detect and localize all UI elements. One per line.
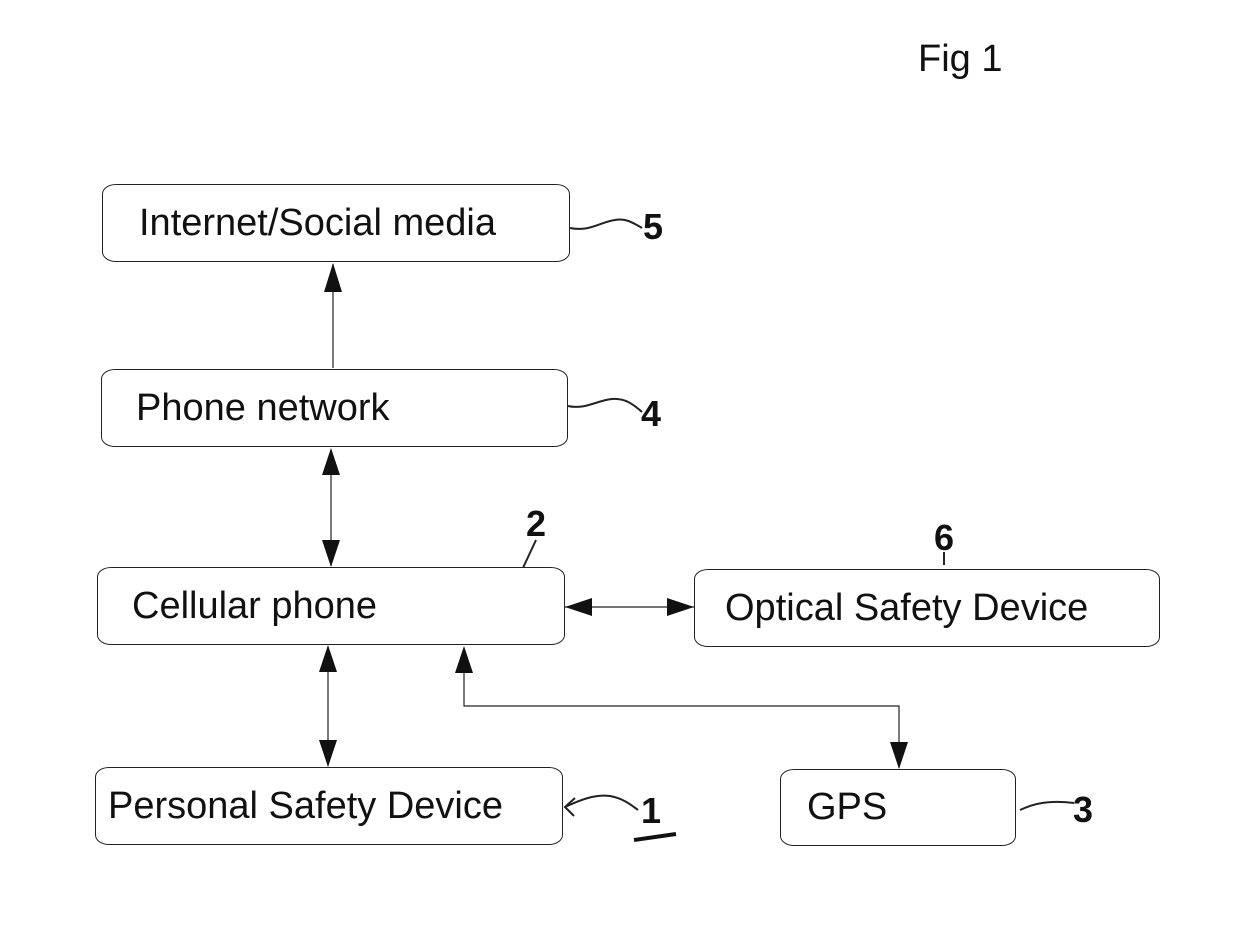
arrowhead-cellular-right — [565, 598, 592, 616]
node-cellular-phone: Cellular phone — [97, 567, 565, 645]
node-label: Cellular phone — [132, 584, 378, 627]
node-label: Phone network — [136, 386, 390, 429]
node-gps: GPS — [780, 769, 1016, 846]
ref-1-underline — [633, 832, 677, 842]
node-label: Optical Safety Device — [725, 586, 1089, 629]
edge-cellular-gps — [463, 648, 900, 768]
node-label: Personal Safety Device — [108, 784, 503, 827]
arrowhead-gps — [890, 742, 908, 769]
arrowhead-cellular-gps — [455, 646, 473, 673]
arrowhead-personal — [319, 740, 337, 767]
ref-number-5: 5 — [643, 206, 664, 247]
ref-number-4: 4 — [641, 393, 662, 434]
ref-number-1: 1 — [641, 790, 662, 831]
leader-1 — [564, 794, 639, 811]
node-optical-safety-device: Optical Safety Device — [694, 569, 1160, 647]
arrowhead-internet — [324, 263, 342, 292]
leader-4 — [567, 397, 643, 413]
node-personal-safety-device: Personal Safety Device — [95, 767, 563, 845]
ref-number-6: 6 — [934, 517, 955, 558]
arrowhead-cellular-top — [322, 540, 340, 567]
arrowhead-network — [322, 448, 340, 475]
ref-number-3: 3 — [1073, 789, 1094, 830]
leader-5 — [569, 218, 643, 230]
node-label: GPS — [807, 786, 888, 828]
arrowhead-optical — [667, 598, 694, 616]
node-phone-network: Phone network — [101, 369, 568, 447]
ref-number-2: 2 — [526, 503, 547, 544]
arrowhead-cellular-bottom — [319, 645, 337, 672]
leader-3 — [1019, 800, 1075, 811]
node-internet-social-media: Internet/Social media — [102, 184, 570, 262]
node-label: Internet/Social media — [139, 201, 496, 244]
